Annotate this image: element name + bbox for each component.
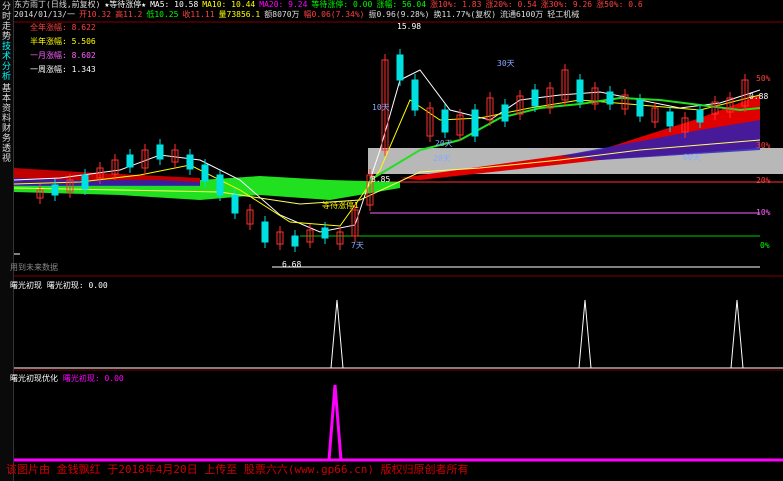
ind1-spike-1 [14,299,783,369]
future-data-note: 用到未来数据 [10,263,58,272]
candle-body [396,54,404,81]
indicator2-header: 曙光初现优化 曙光初现: 0.00 [10,374,124,383]
annot-wait-limit: 等待涨停1 [322,201,359,210]
candle-body [321,227,329,239]
chart-canvas[interactable] [0,0,783,481]
annot-30d: 30天 [497,59,515,68]
pct-30-label: 30% [756,141,771,150]
pct-0-label: 0% [760,241,770,250]
ind2-spike [14,384,783,462]
low-price-label: 6.68 [282,260,302,269]
candle-body [696,109,704,123]
candle-body [411,79,419,111]
pct-20-label: 20% [756,176,771,185]
candle-body [126,154,134,168]
left-mark-label: 8.85 [371,175,391,184]
candle-body [51,184,59,196]
right-high-label: 0.88 [749,92,769,101]
legend-month: 一月涨幅: 8.602 [30,51,96,60]
candle-body [216,174,224,196]
candle-body [81,174,89,190]
candle-body [666,111,674,127]
legend-week: 一周涨幅: 1.343 [30,65,96,74]
candle-body [156,144,164,160]
candle-body [441,109,449,133]
pct-50-label: 50% [756,74,771,83]
annot-60d: 60天 [683,153,701,162]
ind1-spike-2 [14,299,783,369]
annot-20d-b: 20天 [433,154,451,163]
candle-body [576,79,584,103]
candle-body [501,104,509,122]
ind1-spike-3 [14,299,783,369]
candle-body [201,164,209,182]
peak-price-label: 15.98 [397,22,422,31]
footer-watermark: 该图片由 金钱飘红 于2018年4月20日 上传至 股票六六(www.gp66.… [6,463,469,476]
candle-body [471,109,479,137]
candle-body [531,89,539,107]
stock-chart-window: 分时走势 技术分析 基本资料 财务透视 东方雨丁(日线,前复权) ★等待涨停★ MA… [0,0,783,481]
candle-body [636,99,644,117]
indicator1-header: 曙光初现 曙光初现: 0.00 [10,281,108,290]
candle-body [606,91,614,105]
legend-half: 半年涨幅: 5.506 [30,37,96,46]
annot-20d-a: 20天 [435,139,453,148]
legend-year: 全年涨幅: 8.622 [30,23,96,32]
candle-body [291,235,299,247]
annot-7d: 7天 [351,241,364,250]
pct-10-label: 10% [756,208,771,217]
candle-body [261,221,269,243]
annot-10d: 10天 [372,103,390,112]
candle-body [231,194,239,214]
candle-body [186,154,194,170]
